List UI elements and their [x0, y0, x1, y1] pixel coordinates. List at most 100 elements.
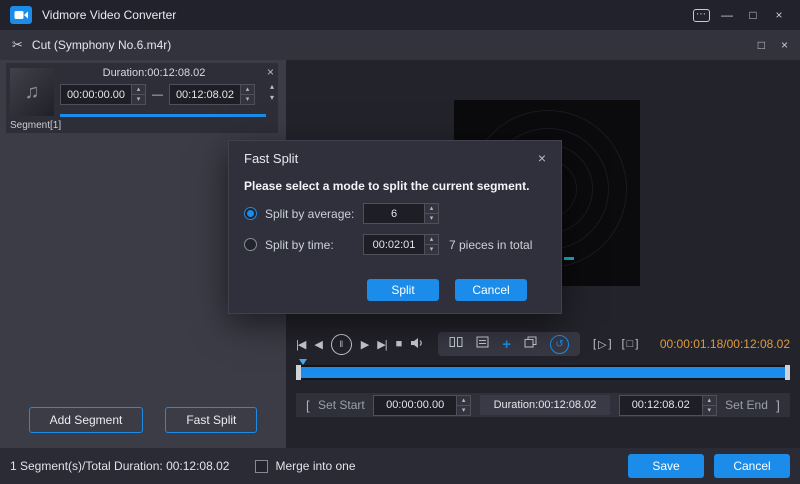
music-note-icon: ♫	[25, 81, 40, 104]
timeline-selection[interactable]	[301, 367, 785, 378]
set-end-button[interactable]: Set End	[725, 398, 768, 412]
add-segment-button[interactable]: Add Segment	[29, 407, 144, 433]
split-time-input[interactable]: 00:02:01 ▴ ▾	[363, 234, 439, 255]
close-icon[interactable]: ×	[768, 5, 790, 25]
average-count-input[interactable]: 6 ▴ ▾	[363, 203, 439, 224]
copy-segment-icon[interactable]	[524, 335, 537, 353]
cancel-button[interactable]: Cancel	[714, 454, 790, 478]
preview-segment-controls: [ ▷ ] [ □ ]	[593, 338, 638, 351]
spinner-down[interactable]: ▾	[425, 244, 438, 254]
segment-start-input[interactable]: 00:00:00.00 ▴ ▾	[60, 84, 146, 105]
spinner-down[interactable]: ▾	[425, 213, 438, 223]
spinner-down[interactable]: ▾	[241, 94, 254, 104]
split-by-average-row: Split by average: 6 ▴ ▾	[229, 193, 561, 224]
fast-split-title: Fast Split	[244, 151, 298, 166]
merge-checkbox[interactable]	[255, 460, 268, 473]
split-by-average-label[interactable]: Split by average:	[265, 207, 363, 221]
pause-icon[interactable]: ‖	[331, 334, 352, 355]
segment-end-input[interactable]: 00:12:08.02 ▴ ▾	[169, 84, 255, 105]
timeline-playhead[interactable]	[299, 359, 307, 365]
timeline-end-handle[interactable]	[785, 365, 790, 380]
spinner-up[interactable]: ▴	[703, 396, 716, 405]
fast-split-dialog: Fast Split × Please select a mode to spl…	[228, 140, 562, 314]
segment-duration: Duration:00:12:08.02	[58, 67, 250, 79]
reset-icon[interactable]: ↺	[550, 335, 569, 354]
spinner-up[interactable]: ▴	[132, 85, 145, 94]
segment-summary: 1 Segment(s)/Total Duration: 00:12:08.02	[10, 459, 229, 473]
pieces-note: 7 pieces in total	[449, 238, 532, 252]
trim-end-input[interactable]: 00:12:08.02 ▴ ▾	[619, 395, 717, 416]
playback-time: 00:00:01.18/00:12:08.02	[660, 337, 790, 351]
skip-to-end-icon[interactable]: ▶|	[377, 338, 386, 351]
cut-maximize-icon[interactable]: □	[758, 38, 765, 52]
merge-option: Merge into one	[255, 459, 355, 473]
preview-stop-button[interactable]: [ □ ]	[622, 338, 639, 350]
preview-play-button[interactable]: [ ▷ ]	[593, 338, 612, 351]
player-controls: |◀ ◀ ‖ ▶ ▶| ■	[296, 332, 790, 356]
split-button[interactable]: Split	[367, 279, 439, 301]
cut-close-icon[interactable]: ×	[781, 38, 788, 52]
trim-duration: Duration:00:12:08.02	[480, 395, 611, 415]
average-count-value[interactable]: 6	[364, 204, 424, 223]
skip-to-start-icon[interactable]: |◀	[296, 338, 305, 351]
segment-move-down-icon[interactable]: ▾	[270, 93, 274, 102]
feedback-icon: ⋯	[693, 9, 710, 22]
split-by-average-radio[interactable]	[244, 207, 257, 220]
trim-end-value[interactable]: 00:12:08.02	[620, 396, 702, 415]
step-forward-icon[interactable]: ▶	[361, 338, 368, 351]
bracket-right: ]	[635, 338, 638, 350]
average-count-spinner: ▴ ▾	[424, 204, 438, 223]
app-logo-icon	[10, 6, 32, 24]
spinner-up[interactable]: ▴	[425, 235, 438, 244]
trim-start-value[interactable]: 00:00:00.00	[374, 396, 456, 415]
timeline-track[interactable]	[296, 365, 790, 380]
trim-start-input[interactable]: 00:00:00.00 ▴ ▾	[373, 395, 471, 416]
fast-split-button[interactable]: Fast Split	[165, 407, 257, 433]
cut-window-controls: □ ×	[758, 38, 788, 52]
save-button[interactable]: Save	[628, 454, 704, 478]
split-segment-icon[interactable]	[449, 335, 463, 353]
segment-close-icon[interactable]: ×	[267, 65, 274, 79]
delete-segment-icon[interactable]	[476, 335, 489, 353]
merge-label[interactable]: Merge into one	[275, 459, 355, 473]
cut-window-title: Cut (Symphony No.6.m4r)	[32, 38, 171, 52]
segment-time-row: 00:00:00.00 ▴ ▾ — 00:12:08.02 ▴ ▾	[60, 84, 255, 105]
segment-start-spinner: ▴ ▾	[131, 85, 145, 104]
dialog-cancel-button[interactable]: Cancel	[455, 279, 527, 301]
segment-actions: Add Segment Fast Split	[0, 407, 286, 433]
step-backward-icon[interactable]: ◀	[314, 338, 321, 351]
spinner-up[interactable]: ▴	[457, 396, 470, 405]
segment-move-up-icon[interactable]: ▴	[270, 82, 274, 91]
feedback-button[interactable]: ⋯	[690, 5, 712, 25]
split-time-value[interactable]: 00:02:01	[364, 235, 424, 254]
trim-open-bracket: [	[306, 398, 310, 413]
minimize-icon[interactable]: —	[716, 5, 738, 25]
timeline-start-handle[interactable]	[296, 365, 301, 380]
split-by-time-radio[interactable]	[244, 238, 257, 251]
dialog-close-icon[interactable]: ×	[538, 150, 546, 166]
spinner-down[interactable]: ▾	[132, 94, 145, 104]
set-start-button[interactable]: Set Start	[318, 398, 365, 412]
time-separator: —	[152, 89, 163, 101]
trim-controls-row: [ Set Start 00:00:00.00 ▴ ▾ Duration:00:…	[296, 393, 790, 417]
transport-controls: |◀ ◀ ‖ ▶ ▶| ■	[296, 334, 425, 355]
maximize-icon[interactable]: □	[742, 5, 764, 25]
segment-start-value[interactable]: 00:00:00.00	[61, 85, 131, 104]
split-by-time-label[interactable]: Split by time:	[265, 238, 363, 252]
fast-split-actions: Split Cancel	[367, 279, 527, 301]
cut-window-titlebar: ✂ Cut (Symphony No.6.m4r) □ ×	[0, 30, 800, 60]
segment-edit-toolbar: + ↺	[438, 332, 580, 356]
spinner-down[interactable]: ▾	[457, 405, 470, 415]
split-time-spinner: ▴ ▾	[424, 235, 438, 254]
spinner-down[interactable]: ▾	[703, 405, 716, 415]
spinner-up[interactable]: ▴	[425, 204, 438, 213]
volume-icon[interactable]	[410, 337, 425, 352]
trim-end-spinner: ▴ ▾	[702, 396, 716, 415]
segment-thumbnail: ♫	[10, 68, 54, 116]
add-split-icon[interactable]: +	[502, 337, 511, 352]
app-title: Vidmore Video Converter	[42, 8, 176, 22]
footer-actions: Save Cancel	[628, 454, 790, 478]
stop-icon[interactable]: ■	[396, 338, 402, 350]
spinner-up[interactable]: ▴	[241, 85, 254, 94]
segment-end-value[interactable]: 00:12:08.02	[170, 85, 240, 104]
